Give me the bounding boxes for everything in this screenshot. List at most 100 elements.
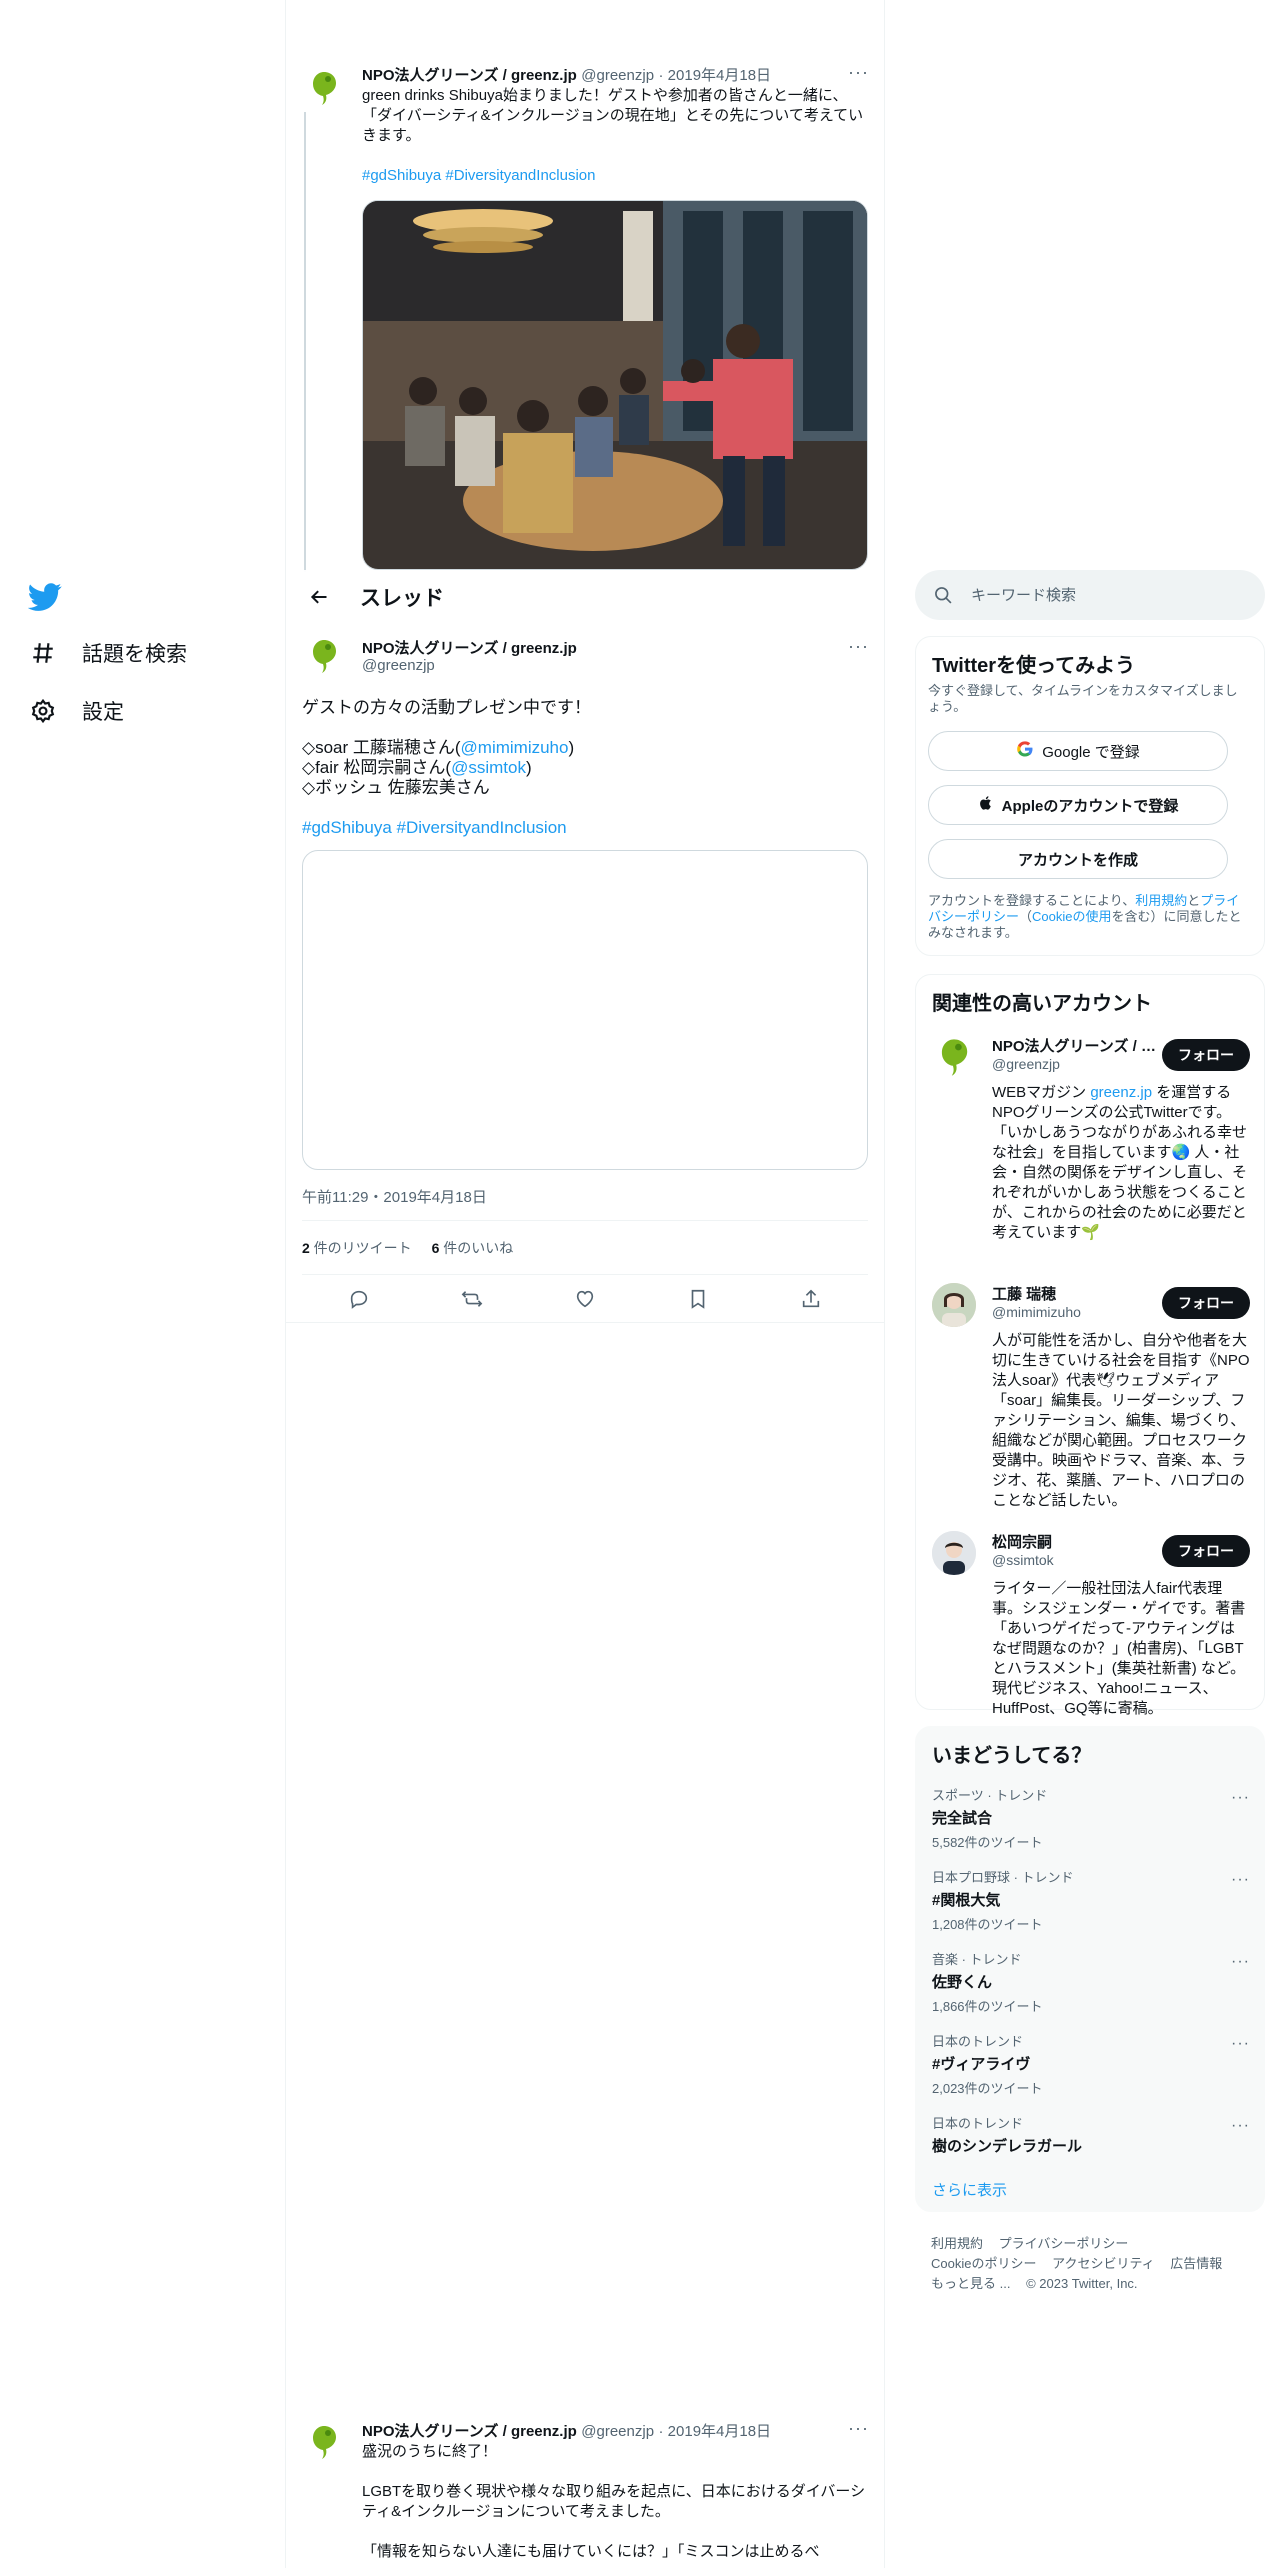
retweet-icon[interactable] bbox=[460, 1287, 484, 1311]
tweet-header: NPO法人グリーンズ / greenz.jp @greenzjp · 2019年… bbox=[362, 2420, 832, 2441]
more-icon[interactable]: ··· bbox=[1231, 1871, 1250, 1889]
trend-category: 日本プロ野球 · トレンド bbox=[932, 1870, 1074, 1885]
bookmark-icon[interactable] bbox=[686, 1287, 710, 1311]
footer-link[interactable]: プライバシーポリシー bbox=[999, 2236, 1129, 2251]
divider bbox=[286, 1322, 884, 1323]
trend-category: 日本のトレンド bbox=[932, 2034, 1024, 2049]
account-bio: WEBマガジン greenz.jp を運営するNPOグリーンズの公式Twitte… bbox=[992, 1084, 1248, 1241]
thread-line bbox=[304, 112, 306, 572]
legal-text: アカウントを登録することにより、利用規約とプライバシーポリシー（Cookieの使… bbox=[928, 893, 1242, 940]
trend-name: #ヴィアライヴ bbox=[932, 2056, 1031, 2073]
account-info: 松岡宗嗣 @ssimtok bbox=[992, 1531, 1164, 1568]
follow-button[interactable]: フォロー bbox=[1162, 1287, 1250, 1319]
button-label: Google で登録 bbox=[1042, 743, 1140, 761]
tweet-hashtags[interactable]: #gdShibuya #DiversityandInclusion bbox=[362, 166, 595, 186]
follow-button[interactable]: フォロー bbox=[1162, 1535, 1250, 1567]
avatar[interactable] bbox=[932, 1531, 976, 1575]
account-bio: ライター／一般社団法人fair代表理事。シスジェンダー・ゲイです。著書「あいつゲ… bbox=[992, 1580, 1246, 1717]
trend-item[interactable]: スポーツ · トレンド 完全試合 5,582件のツイート ··· bbox=[932, 1785, 1250, 1851]
avatar[interactable] bbox=[304, 68, 344, 108]
trend-count: 1,208件のツイート bbox=[932, 1917, 1043, 1932]
tweet-timestamp[interactable]: 午前11:29・2019年4月18日 bbox=[302, 1186, 487, 1207]
more-icon[interactable]: ··· bbox=[848, 636, 869, 657]
hashtag-icon bbox=[28, 638, 58, 668]
trends-card: いまどうしてる？ スポーツ · トレンド 完全試合 5,582件のツイート ··… bbox=[915, 1726, 1265, 2212]
nav-item-label: 話題を検索 bbox=[82, 643, 187, 666]
divider bbox=[302, 1274, 868, 1275]
tweet-media[interactable] bbox=[302, 850, 868, 1170]
search-input[interactable] bbox=[971, 586, 1251, 604]
like-icon[interactable] bbox=[573, 1287, 597, 1311]
footer-link[interactable]: Cookieのポリシー bbox=[931, 2256, 1036, 2271]
thread-header: スレッド bbox=[286, 570, 884, 623]
nav-item-settings[interactable]: 設定 bbox=[28, 696, 124, 726]
more-icon[interactable]: ··· bbox=[1231, 1953, 1250, 1971]
more-icon[interactable]: ··· bbox=[1231, 1789, 1250, 1807]
trend-name: #関根大気 bbox=[932, 1892, 1001, 1909]
footer-link[interactable]: 利用規約 bbox=[931, 2236, 983, 2251]
trend-name: 佐野くん bbox=[932, 1974, 993, 1991]
avatar[interactable] bbox=[304, 636, 344, 676]
mention-link[interactable]: @ssimtok bbox=[451, 758, 526, 777]
mention-link[interactable]: @mimimizuho bbox=[461, 738, 569, 757]
signup-card: Twitterを使ってみよう 今すぐ登録して、タイムラインをカスタマイズしましょ… bbox=[915, 636, 1265, 956]
tweet-line: ◇soar 工藤瑞穂さん(@mimimizuho) bbox=[302, 738, 575, 757]
create-account-button[interactable]: アカウントを作成 bbox=[928, 839, 1228, 879]
more-icon[interactable]: ··· bbox=[1231, 2035, 1250, 2053]
handle[interactable]: @greenzjp bbox=[992, 1056, 1164, 1072]
cookie-link[interactable]: Cookieの使用 bbox=[1032, 909, 1111, 924]
handle[interactable]: @greenzjp bbox=[581, 2423, 654, 2440]
handle[interactable]: @mimimizuho bbox=[992, 1304, 1164, 1320]
trend-item[interactable]: 音楽 · トレンド 佐野くん 1,866件のツイート ··· bbox=[932, 1949, 1250, 2015]
tweet-photo[interactable] bbox=[362, 200, 868, 570]
display-name[interactable]: NPO法人グリーンズ / greenz.jp bbox=[992, 1035, 1164, 1056]
footer-link[interactable]: もっと見る ... bbox=[931, 2276, 1010, 2291]
more-icon[interactable]: ··· bbox=[1231, 2117, 1250, 2135]
bio-link[interactable]: greenz.jp bbox=[1090, 1084, 1152, 1101]
display-name[interactable]: NPO法人グリーンズ / greenz.jp bbox=[362, 67, 577, 84]
avatar[interactable] bbox=[932, 1035, 976, 1079]
trend-item[interactable]: 日本プロ野球 · トレンド #関根大気 1,208件のツイート ··· bbox=[932, 1867, 1250, 1933]
tweet-header: NPO法人グリーンズ / greenz.jp @greenzjp · 2019年… bbox=[362, 64, 832, 85]
show-more-link[interactable]: さらに表示 bbox=[932, 2179, 1007, 2200]
page: 話題を検索 設定 NPO法人グリーンズ / greenz.jp @greenzj… bbox=[0, 0, 1284, 2568]
trend-item[interactable]: 日本のトレンド #ヴィアライヴ 2,023件のツイート ··· bbox=[932, 2031, 1250, 2097]
likes-stat[interactable]: 6 件のいいね bbox=[432, 1240, 514, 1256]
retweets-stat[interactable]: 2 件のリツイート bbox=[302, 1240, 412, 1256]
tweet-date[interactable]: · 2019年4月18日 bbox=[659, 67, 772, 84]
search-bar[interactable] bbox=[915, 570, 1265, 620]
card-title: Twitterを使ってみよう bbox=[932, 655, 1136, 677]
reply-icon[interactable] bbox=[347, 1287, 371, 1311]
terms-link[interactable]: 利用規約 bbox=[1135, 893, 1187, 908]
display-name[interactable]: NPO法人グリーンズ / greenz.jp bbox=[362, 637, 577, 658]
column-divider bbox=[884, 0, 885, 2568]
more-icon[interactable]: ··· bbox=[848, 2418, 869, 2439]
display-name[interactable]: 工藤 瑞穂 bbox=[992, 1283, 1164, 1304]
avatar[interactable] bbox=[932, 1283, 976, 1327]
account-bio: 人が可能性を活かし、自分や他者を大切に生きていける社会を目指す《NPO法人soa… bbox=[992, 1332, 1250, 1509]
back-arrow-icon[interactable] bbox=[302, 580, 336, 614]
display-name[interactable]: NPO法人グリーンズ / greenz.jp bbox=[362, 2423, 577, 2440]
follow-button[interactable]: フォロー bbox=[1162, 1039, 1250, 1071]
display-name[interactable]: 松岡宗嗣 bbox=[992, 1531, 1164, 1552]
footer-link[interactable]: 広告情報 bbox=[1170, 2256, 1222, 2271]
handle[interactable]: @greenzjp bbox=[362, 657, 435, 674]
share-icon[interactable] bbox=[799, 1287, 823, 1311]
search-icon bbox=[933, 585, 953, 605]
nav-item-explore[interactable]: 話題を検索 bbox=[28, 638, 187, 668]
apple-signup-button[interactable]: Appleのアカウントで登録 bbox=[928, 785, 1228, 825]
account-info: 工藤 瑞穂 @mimimizuho bbox=[992, 1283, 1164, 1320]
divider bbox=[302, 1220, 868, 1221]
tweet-date[interactable]: · 2019年4月18日 bbox=[659, 2423, 772, 2440]
avatar[interactable] bbox=[304, 2422, 344, 2462]
account-info: NPO法人グリーンズ / greenz.jp @greenzjp bbox=[992, 1035, 1164, 1072]
twitter-bird-icon[interactable] bbox=[27, 580, 62, 614]
button-label: Appleのアカウントで登録 bbox=[1001, 797, 1179, 815]
handle[interactable]: @ssimtok bbox=[992, 1552, 1164, 1568]
google-signup-button[interactable]: Google で登録 bbox=[928, 731, 1228, 771]
footer-link[interactable]: アクセシビリティ bbox=[1052, 2256, 1155, 2271]
tweet-hashtags[interactable]: #gdShibuya #DiversityandInclusion bbox=[302, 818, 868, 838]
handle[interactable]: @greenzjp bbox=[581, 67, 654, 84]
more-icon[interactable]: ··· bbox=[848, 62, 869, 83]
trend-item[interactable]: 日本のトレンド 樹のシンデレラガール ··· bbox=[932, 2113, 1250, 2156]
